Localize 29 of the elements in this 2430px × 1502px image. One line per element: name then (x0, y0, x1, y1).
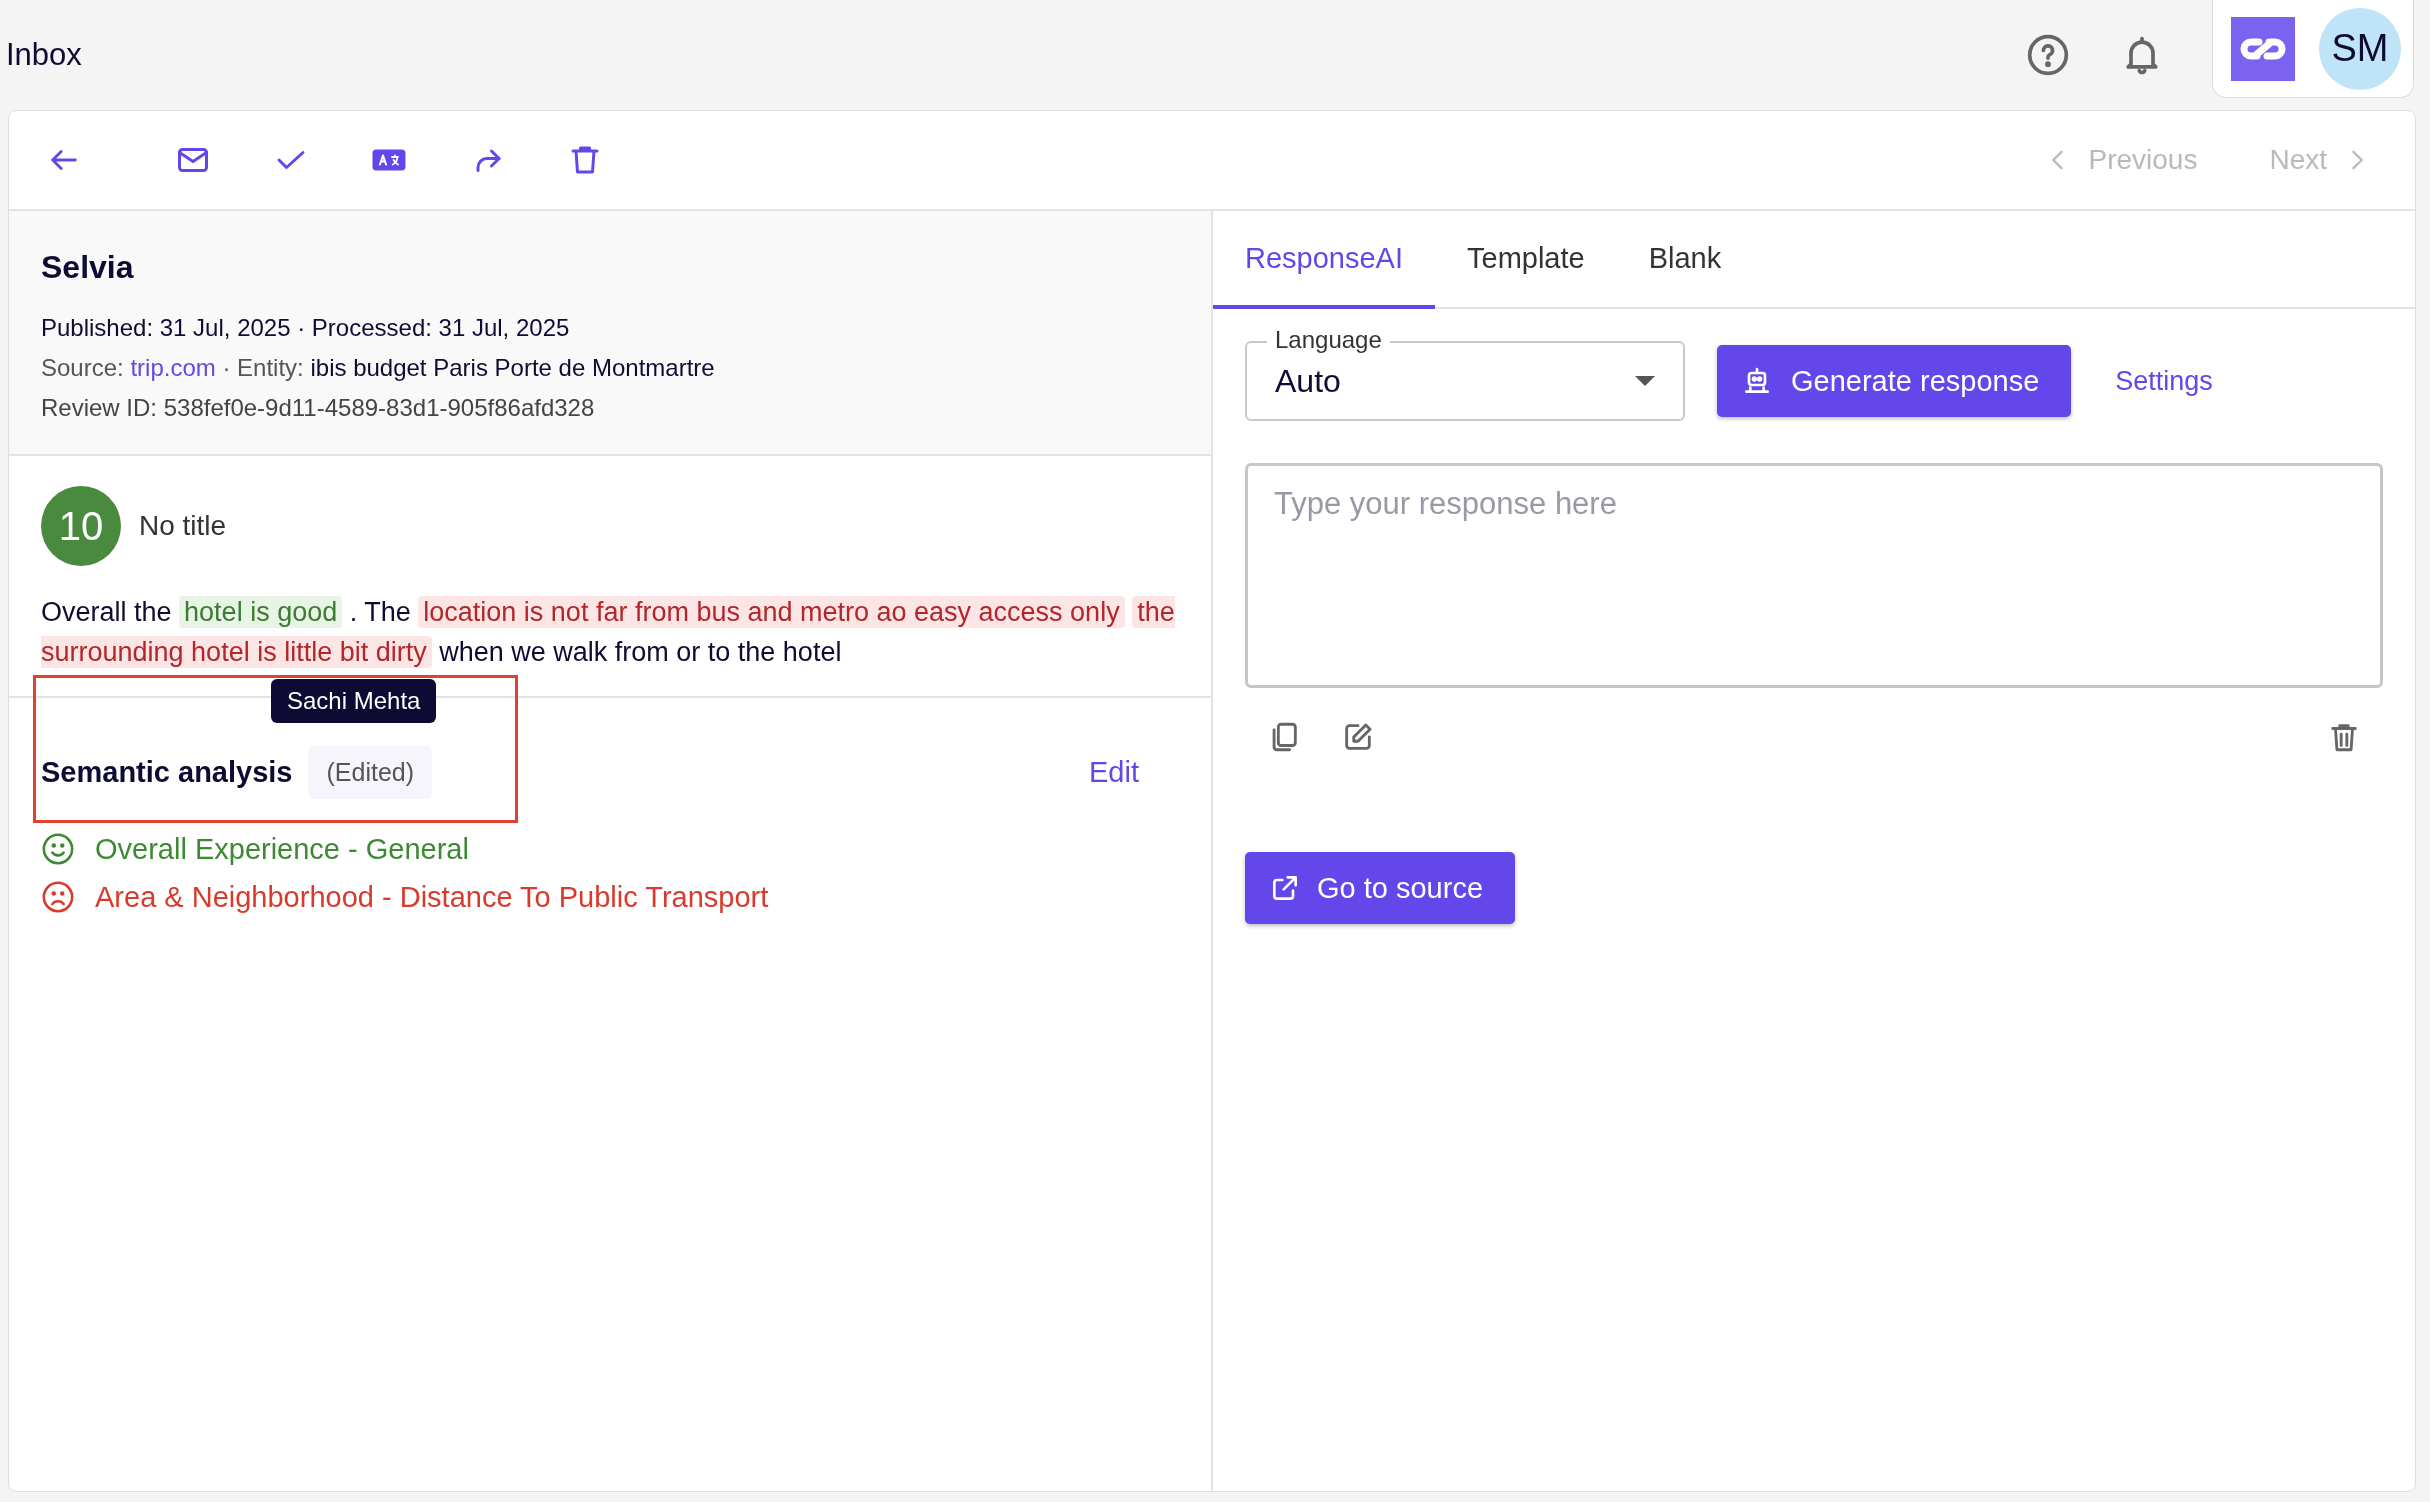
source-label: Source: (41, 354, 124, 381)
entity-name: ibis budget Paris Porte de Montmartre (310, 354, 715, 381)
edit-link[interactable]: Edit (1089, 756, 1139, 789)
edited-badge: (Edited) (308, 746, 433, 799)
generate-response-button[interactable]: Generate response (1717, 345, 2072, 417)
tab[interactable]: ResponseAI (1213, 211, 1435, 309)
review-dates: Published: 31 Jul, 2025 · Processed: 31 Jul, 2025 (41, 313, 571, 343)
tooltip: Sachi Mehta (271, 679, 437, 723)
reviewer-name: Selvia (41, 249, 135, 286)
response-field[interactable]: Type your response here (1245, 463, 2383, 688)
frown-icon (41, 880, 75, 914)
app-logo[interactable] (2231, 16, 2295, 81)
review-text: Overall the hotel is good . The location is not far from bus and metro ao easy access only the surrounding hotel is little bit dirty when we walk from or to the hotel (41, 595, 1176, 670)
source-link[interactable]: trip.com (130, 354, 216, 381)
user-avatar[interactable]: SM (2319, 7, 2401, 90)
go-to-source-button[interactable]: Go to source (1245, 852, 1516, 924)
tab[interactable]: Template (1435, 211, 1617, 309)
section-title: Semantic analysis (41, 756, 293, 789)
review-title: No title (139, 510, 227, 542)
page-title: Inbox (6, 37, 83, 73)
topic-label: Overall Experience - General (95, 832, 469, 866)
smiley-icon (41, 832, 75, 866)
topic-label: Area & Neighborhood - Distance To Public Transport (95, 880, 769, 914)
help-icon[interactable] (2026, 33, 2070, 77)
tab[interactable]: Blank (1616, 211, 1754, 309)
score-badge: 10 (41, 486, 121, 566)
review-id: Review ID: 538fef0e-9d11-4589-83d1-905f86afd328 (41, 393, 596, 423)
entity-label: · Entity: (222, 354, 304, 381)
settings-link[interactable]: Settings (2115, 365, 2213, 397)
